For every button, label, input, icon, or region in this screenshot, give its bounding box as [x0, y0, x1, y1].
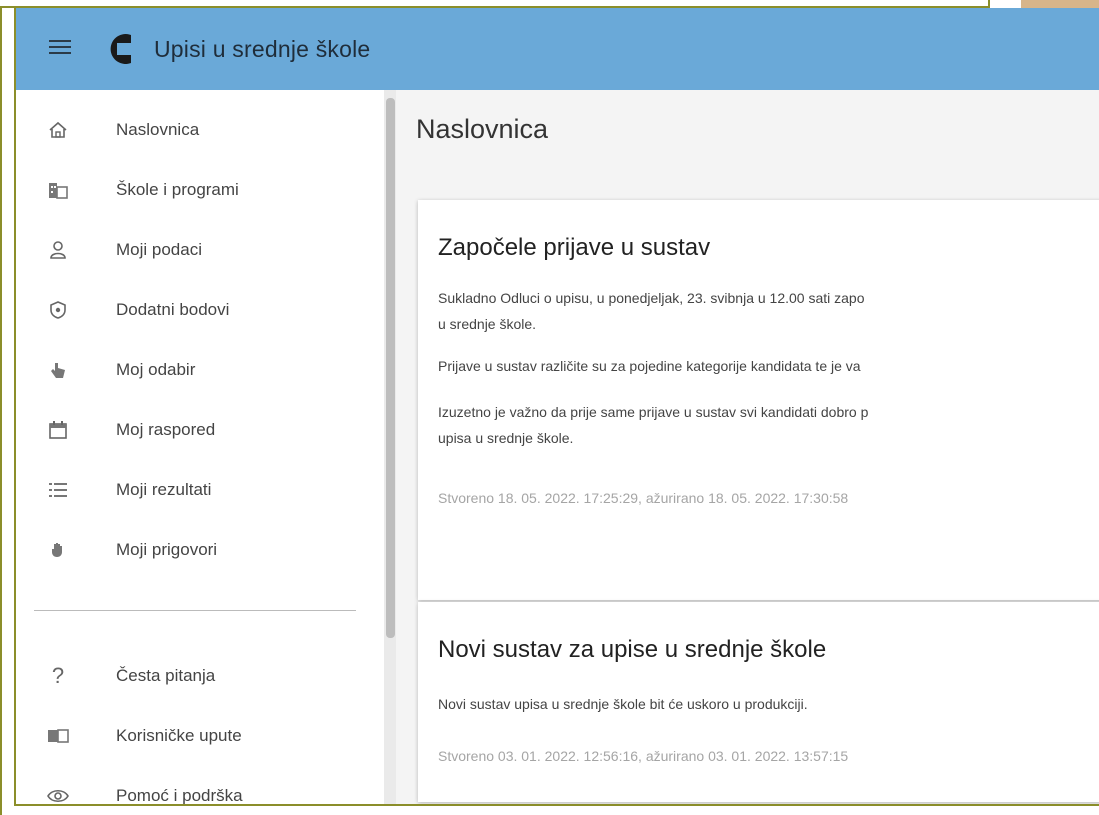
- news-card: Novi sustav za upise u srednje škole Nov…: [418, 602, 1099, 802]
- card-meta: Stvoreno 03. 01. 2022. 12:56:16, ažurira…: [438, 748, 849, 764]
- app-title: Upisi u srednje škole: [154, 35, 371, 62]
- card-text: u srednje škole.: [438, 316, 537, 332]
- sidebar-nav: Naslovnica Škole i programi Moji podaci …: [16, 90, 384, 804]
- logo[interactable]: [104, 32, 138, 66]
- main-content: Naslovnica Započele prijave u sustav Suk…: [396, 90, 1099, 804]
- question-icon: ?: [51, 663, 65, 688]
- sidebar-item-label: Česta pitanja: [116, 666, 216, 685]
- frame-line: [0, 6, 2, 815]
- sidebar-item-dodatni-bodovi[interactable]: Dodatni bodovi: [16, 282, 384, 338]
- sidebar-item-label: Moj odabir: [116, 360, 196, 379]
- card-title: Novi sustav za upise u srednje škole: [438, 636, 827, 663]
- sidebar-item-pomoc-i-podrska[interactable]: Pomoć i podrška: [16, 768, 384, 804]
- hand-icon: [46, 538, 70, 562]
- home-icon: [46, 118, 70, 142]
- sidebar-divider: [34, 610, 356, 611]
- card-text: Novi sustav upisa u srednje škole bit će…: [438, 696, 808, 712]
- card-text: upisa u srednje škole.: [438, 430, 574, 446]
- sidebar-item-label: Moj raspored: [116, 420, 216, 439]
- sidebar-item-label: Moji podaci: [116, 240, 202, 259]
- sidebar-item-moj-odabir[interactable]: Moj odabir: [16, 342, 384, 398]
- sidebar-item-cesta-pitanja[interactable]: ? Česta pitanja: [16, 648, 384, 704]
- card-title: Započele prijave u sustav: [438, 234, 711, 261]
- sidebar-item-label: Dodatni bodovi: [116, 300, 230, 319]
- sidebar-item-moj-raspored[interactable]: Moj raspored: [16, 402, 384, 458]
- sidebar-item-moji-rezultati[interactable]: Moji rezultati: [16, 462, 384, 518]
- sidebar-item-moji-prigovori[interactable]: Moji prigovori: [16, 522, 384, 578]
- sidebar-item-label: Korisničke upute: [116, 726, 242, 745]
- calendar-icon: [46, 418, 70, 442]
- sidebar-item-korisnicke-upute[interactable]: Korisničke upute: [16, 708, 384, 764]
- sidebar-item-label: Škole i programi: [116, 180, 239, 199]
- sidebar-item-label: Pomoć i podrška: [116, 786, 243, 804]
- building-icon: [46, 178, 70, 202]
- sidebar-item-label: Moji rezultati: [116, 480, 212, 499]
- frame-line: [14, 804, 1099, 806]
- menu-button[interactable]: [30, 8, 90, 90]
- top-app-bar: Upisi u srednje škole: [16, 8, 1099, 90]
- card-text: Prijave u sustav različite su za pojedin…: [438, 358, 861, 374]
- shield-icon: [46, 298, 70, 322]
- person-icon: [46, 238, 70, 262]
- touch-icon: [46, 358, 70, 382]
- book-icon: [46, 724, 70, 748]
- sidebar-item-moji-podaci[interactable]: Moji podaci: [16, 222, 384, 278]
- sidebar-item-label: Naslovnica: [116, 120, 200, 139]
- card-text: Sukladno Odluci o upisu, u ponedjeljak, …: [438, 290, 865, 306]
- hamburger-icon: [49, 38, 71, 61]
- page-title: Naslovnica: [416, 114, 549, 144]
- sidebar-item-label: Moji prigovori: [116, 540, 218, 559]
- card-text: Izuzetno je važno da prije same prijave …: [438, 404, 869, 420]
- sidebar-scrollbar-thumb[interactable]: [386, 98, 395, 638]
- list-icon: [46, 478, 70, 502]
- news-card: Započele prijave u sustav Sukladno Odluc…: [418, 200, 1099, 600]
- app-window: Upisi u srednje škole Naslovnica Škole i…: [16, 8, 1099, 804]
- eye-icon: [46, 784, 70, 804]
- card-meta: Stvoreno 18. 05. 2022. 17:25:29, ažurira…: [438, 490, 849, 506]
- sidebar-item-skole[interactable]: Škole i programi: [16, 162, 384, 218]
- sidebar-item-naslovnica[interactable]: Naslovnica: [16, 102, 384, 158]
